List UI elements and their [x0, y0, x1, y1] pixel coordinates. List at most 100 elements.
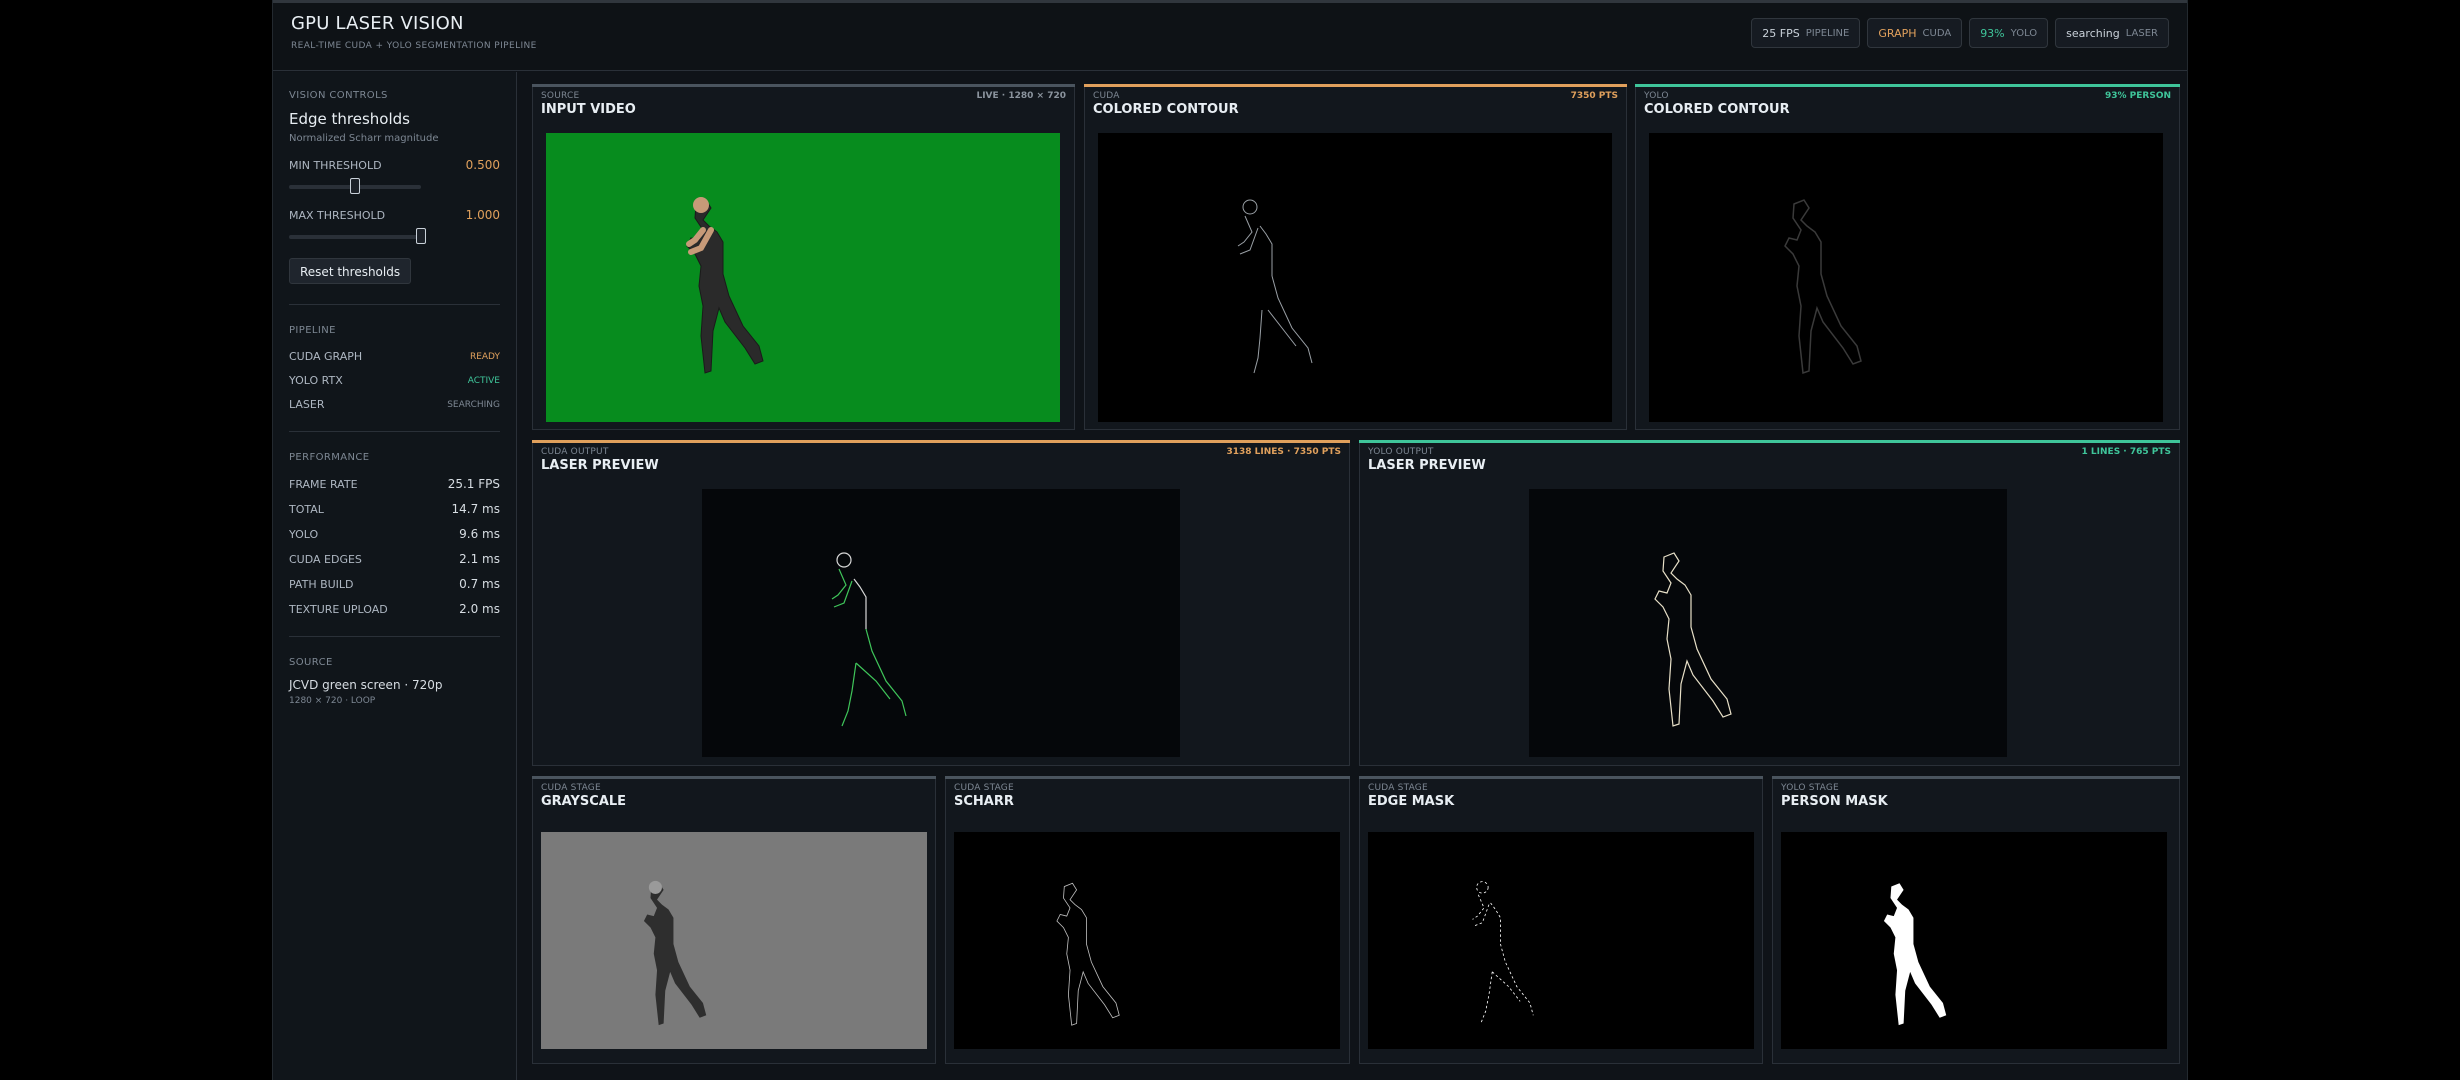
panel-accent-bar [1359, 440, 2180, 443]
panel-title: COLORED CONTOUR [1644, 102, 1790, 117]
panel-title: COLORED CONTOUR [1093, 102, 1239, 117]
source-meta: 1280 × 720 · LOOP [289, 696, 376, 706]
perf-value: 2.1 ms [459, 552, 500, 566]
max-threshold-slider[interactable] [289, 228, 426, 244]
panel-kicker: CUDA OUTPUT [541, 447, 609, 457]
grayscale-frame [541, 832, 927, 1049]
panel-kicker: CUDA STAGE [954, 783, 1014, 793]
panel-kicker: YOLO OUTPUT [1368, 447, 1434, 457]
panel-title: GRAYSCALE [541, 794, 627, 809]
panel-accent-bar [532, 84, 1075, 87]
pill-value: 93% [1980, 26, 2005, 40]
slider-track[interactable] [289, 235, 421, 239]
panel-badge: 93% PERSON [2104, 91, 2171, 101]
app-window: GPU LASER VISION REAL-TIME CUDA + YOLO S… [272, 0, 2188, 1080]
pipeline-item-name: CUDA GRAPH [289, 350, 363, 363]
pill-value: searching [2066, 26, 2120, 40]
slider-handle[interactable] [350, 178, 360, 194]
scharr-view [954, 832, 1340, 1049]
edge-thresholds-title: Edge thresholds [289, 110, 410, 128]
pipeline-item-cuda-graph: CUDA GRAPH READY [289, 350, 500, 363]
perf-name: FRAME RATE [289, 477, 358, 491]
panel-accent-bar [1772, 776, 2180, 779]
source-name: JCVD green screen · 720p [289, 678, 443, 692]
perf-value: 0.7 ms [459, 577, 500, 591]
pipeline-item-yolo-rtx: YOLO RTX ACTIVE [289, 374, 500, 387]
pill-key: LASER [2125, 27, 2158, 39]
pill-key: CUDA [1922, 27, 1952, 39]
perf-name: PATH BUILD [289, 577, 354, 591]
panel-person-mask: YOLO STAGE PERSON MASK [1772, 776, 2180, 1064]
panel-kicker: YOLO [1644, 91, 1669, 101]
panel-title: EDGE MASK [1368, 794, 1455, 809]
status-badge: ACTIVE [467, 375, 500, 386]
app-title: GPU LASER VISION [291, 13, 464, 34]
perf-name: TEXTURE UPLOAD [289, 602, 388, 616]
panel-badge: 3138 LINES · 7350 PTS [1226, 447, 1341, 457]
reset-thresholds-button[interactable]: Reset thresholds [289, 258, 412, 284]
divider [289, 636, 500, 637]
pill-key: PIPELINE [1805, 27, 1850, 39]
input-video-frame [546, 133, 1060, 422]
cuda-laser-frame [831, 552, 907, 727]
panel-scharr: CUDA STAGE SCHARR [945, 776, 1350, 1064]
scharr-frame [1056, 882, 1120, 1026]
panel-yolo-colored-contour: YOLO COLORED CONTOUR 93% PERSON [1635, 84, 2180, 430]
pill-value: 25 FPS [1762, 26, 1800, 40]
panel-kicker: CUDA [1093, 91, 1120, 101]
perf-row-total: TOTAL 14.7 ms [289, 502, 500, 516]
panel-badge: 7350 PTS [1570, 91, 1618, 101]
edge-mask-view [1368, 832, 1754, 1049]
perf-name: CUDA EDGES [289, 552, 362, 566]
pipeline-item-name: LASER [289, 398, 325, 411]
pill-key: YOLO [2010, 27, 2038, 39]
input-video-view [546, 133, 1060, 422]
grayscale-view [541, 832, 927, 1049]
max-threshold-label: MAX THRESHOLD [289, 208, 386, 222]
divider [289, 304, 500, 305]
panel-yolo-laser-preview: YOLO OUTPUT LASER PREVIEW 1 LINES · 765 … [1359, 440, 2180, 766]
pipeline-item-name: YOLO RTX [289, 374, 343, 387]
panel-kicker: CUDA STAGE [1368, 783, 1428, 793]
perf-row-yolo: YOLO 9.6 ms [289, 527, 500, 541]
status-badge: SEARCHING [447, 399, 500, 410]
cuda-contour-view [1098, 133, 1612, 422]
laser-status-pill: searching LASER [2055, 18, 2169, 48]
slider-handle[interactable] [416, 228, 426, 244]
perf-value: 25.1 FPS [447, 477, 500, 491]
yolo-confidence-pill: 93% YOLO [1969, 18, 2049, 48]
panel-kicker: CUDA STAGE [541, 783, 601, 793]
vision-controls-label: VISION CONTROLS [289, 90, 388, 101]
perf-row-frame-rate: FRAME RATE 25.1 FPS [289, 477, 500, 491]
pipeline-fps-pill: 25 FPS PIPELINE [1751, 18, 1861, 48]
panel-badge: LIVE · 1280 × 720 [976, 91, 1066, 101]
panel-input-video: SOURCE INPUT VIDEO LIVE · 1280 × 720 [532, 84, 1075, 430]
panel-grayscale: CUDA STAGE GRAYSCALE [532, 776, 936, 1064]
header: GPU LASER VISION REAL-TIME CUDA + YOLO S… [273, 3, 2187, 71]
yolo-contour-view [1649, 133, 2163, 422]
perf-row-texture-upload: TEXTURE UPLOAD 2.0 ms [289, 602, 500, 616]
pipeline-item-laser: LASER SEARCHING [289, 398, 500, 411]
edge-mask-frame [1472, 881, 1534, 1024]
perf-row-path-build: PATH BUILD 0.7 ms [289, 577, 500, 591]
panel-accent-bar [945, 776, 1350, 779]
min-threshold-slider[interactable] [289, 178, 421, 194]
panel-cuda-laser-preview: CUDA OUTPUT LASER PREVIEW 3138 LINES · 7… [532, 440, 1350, 766]
perf-value: 14.7 ms [451, 502, 500, 516]
cuda-graph-pill: GRAPH CUDA [1867, 18, 1963, 48]
panel-title: INPUT VIDEO [541, 102, 636, 117]
max-threshold-value: 1.000 [465, 208, 500, 222]
panel-accent-bar [1359, 776, 1763, 779]
divider [289, 431, 500, 432]
panel-badge: 1 LINES · 765 PTS [2081, 447, 2171, 457]
panel-kicker: YOLO STAGE [1781, 783, 1839, 793]
status-badge: READY [469, 351, 500, 362]
panel-cuda-colored-contour: CUDA COLORED CONTOUR 7350 PTS [1084, 84, 1627, 430]
panel-title: LASER PREVIEW [1368, 458, 1486, 473]
person-mask-frame [1883, 883, 1947, 1026]
panel-accent-bar [1635, 84, 2180, 87]
performance-label: PERFORMANCE [289, 452, 370, 463]
edge-thresholds-subtitle: Normalized Scharr magnitude [289, 133, 439, 144]
min-threshold-row: MIN THRESHOLD 0.500 [289, 158, 500, 172]
panel-accent-bar [1084, 84, 1627, 87]
